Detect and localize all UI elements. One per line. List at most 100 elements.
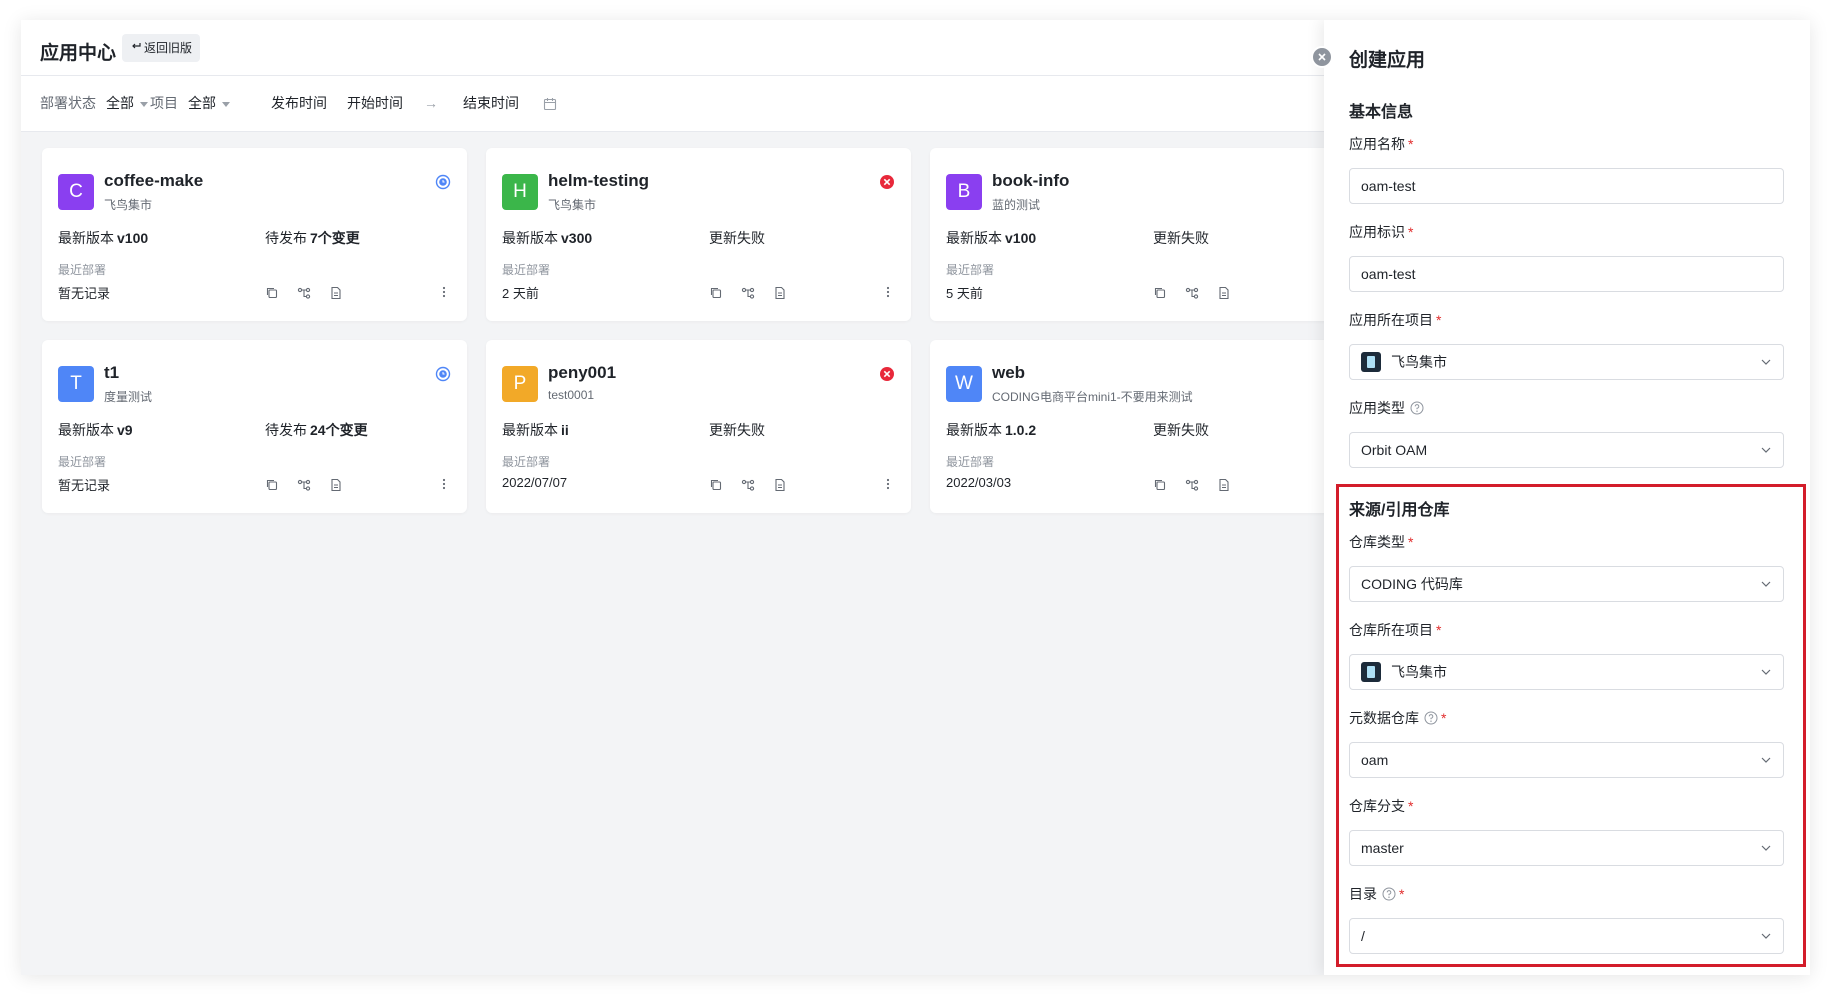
filter-bar: 部署状态 全部 项目 全部 发布时间 开始时间 → 结束时间 [21, 76, 1324, 132]
deploy-status-filter[interactable]: 部署状态 全部 [40, 76, 148, 131]
latest-version-label: 最新版本 [502, 422, 558, 438]
repo-project-select[interactable]: 飞鸟集市 [1349, 654, 1784, 690]
help-circle-icon[interactable] [1424, 711, 1438, 725]
app-card[interactable]: Hhelm-testing 飞鸟集市 最新版本 v300 更新失败 最近部署 2 天前 [486, 148, 911, 321]
app-project-select[interactable]: 飞鸟集市 [1349, 344, 1784, 380]
app-name-label: 应用名称 * [1349, 134, 1413, 154]
app-name[interactable]: peny001 [548, 363, 616, 383]
project-filter[interactable]: 项目 全部 [150, 76, 230, 131]
meta-repo-value: oam [1361, 752, 1389, 768]
document-icon[interactable] [329, 478, 343, 492]
latest-version: 最新版本 v100 [58, 228, 148, 248]
publish-status-label: 更新失败 [709, 422, 765, 438]
copy-icon[interactable] [265, 478, 279, 492]
flow-icon[interactable] [741, 286, 755, 300]
latest-version: 最新版本 ii [502, 420, 569, 440]
app-name[interactable]: book-info [992, 171, 1069, 191]
document-icon[interactable] [1217, 478, 1231, 492]
required-mark: * [1408, 534, 1414, 550]
flow-icon[interactable] [1185, 478, 1199, 492]
app-name-input[interactable] [1349, 168, 1784, 204]
app-type-label-text: 应用类型 [1349, 400, 1405, 416]
copy-icon[interactable] [265, 286, 279, 300]
back-to-old-version-button[interactable]: 返回旧版 [122, 34, 201, 62]
app-card[interactable]: Ccoffee-make 飞鸟集市 最新版本 v100 待发布 7个变更 最近部署 暂无记录 [42, 148, 467, 321]
page-title: 应用中心 [40, 43, 117, 64]
publish-status: 更新失败 [709, 228, 768, 248]
app-card[interactable]: Tt1 度量测试 最新版本 v9 待发布 24个变更 最近部署 暂无记录 [42, 340, 467, 513]
publish-status-label: 更新失败 [709, 230, 765, 246]
end-time-input[interactable]: 结束时间 [463, 76, 519, 131]
document-icon[interactable] [1217, 286, 1231, 300]
branch-label: 仓库分支 * [1349, 796, 1413, 816]
document-icon[interactable] [773, 478, 787, 492]
latest-version-label: 最新版本 [946, 422, 1002, 438]
help-circle-icon[interactable] [1410, 401, 1424, 415]
app-type-select[interactable]: Orbit OAM [1349, 432, 1784, 468]
meta-repo-select[interactable]: oam [1349, 742, 1784, 778]
latest-version-value: v9 [117, 422, 133, 438]
help-circle-icon[interactable] [1382, 887, 1396, 901]
copy-icon[interactable] [1153, 478, 1167, 492]
repo-project-label: 仓库所在项目 * [1349, 620, 1441, 640]
app-project-name: 飞鸟集市 [104, 198, 153, 212]
publish-status: 待发布 24个变更 [265, 420, 368, 440]
app-avatar: H [502, 174, 538, 210]
repo-type-value: CODING 代码库 [1361, 576, 1463, 592]
copy-icon[interactable] [709, 286, 723, 300]
publish-status-label: 更新失败 [1153, 422, 1209, 438]
flow-icon[interactable] [297, 286, 311, 300]
app-name[interactable]: coffee-make [104, 171, 203, 191]
branch-select[interactable]: master [1349, 830, 1784, 866]
clock-icon [435, 174, 451, 190]
required-mark: * [1436, 622, 1442, 638]
branch-label-text: 仓库分支 [1349, 798, 1405, 814]
publish-status-label: 待发布 [265, 422, 307, 438]
repo-type-select[interactable]: CODING 代码库 [1349, 566, 1784, 602]
card-actions [709, 478, 787, 492]
app-card[interactable]: Ppeny001 test0001 最新版本 ii 更新失败 最近部署 2022/07/07 [486, 340, 911, 513]
caret-down-icon [140, 101, 148, 107]
document-icon[interactable] [773, 286, 787, 300]
start-time-input[interactable]: 开始时间 [347, 76, 403, 131]
copy-icon[interactable] [1153, 286, 1167, 300]
flow-icon[interactable] [1185, 286, 1199, 300]
meta-repo-label: 元数据仓库 * [1349, 708, 1446, 728]
directory-select[interactable]: / [1349, 918, 1784, 954]
recent-deploy-label: 最近部署 [58, 263, 107, 277]
app-card[interactable]: Wweb CODING电商平台mini1-不要用来测试 最新版本 1.0.2 更新失败最… [930, 340, 1355, 513]
app-name[interactable]: t1 [104, 363, 119, 383]
calendar-icon[interactable] [543, 76, 557, 131]
flow-icon[interactable] [297, 478, 311, 492]
project-filter-value: 全部 [188, 95, 216, 111]
app-project-label-text: 应用所在项目 [1349, 312, 1433, 328]
more-vertical-icon[interactable] [437, 285, 451, 299]
back-button-label: 返回旧版 [144, 41, 193, 55]
publish-status: 待发布 7个变更 [265, 228, 360, 248]
latest-version-value: v300 [561, 230, 593, 246]
latest-version-label: 最新版本 [58, 422, 114, 438]
latest-version-value: v100 [117, 230, 149, 246]
required-mark: * [1399, 886, 1405, 902]
more-vertical-icon[interactable] [437, 477, 451, 491]
app-project-name: 蓝的测试 [992, 198, 1041, 212]
app-id-input[interactable] [1349, 256, 1784, 292]
recent-deploy-label: 最近部署 [946, 263, 995, 277]
app-avatar: B [946, 174, 982, 210]
app-name[interactable]: web [992, 363, 1025, 383]
card-actions [265, 286, 343, 300]
copy-icon[interactable] [709, 478, 723, 492]
close-icon [1317, 52, 1327, 62]
flow-icon[interactable] [741, 478, 755, 492]
document-icon[interactable] [329, 286, 343, 300]
more-vertical-icon[interactable] [881, 285, 895, 299]
more-vertical-icon[interactable] [881, 477, 895, 491]
card-actions [265, 478, 343, 492]
app-card[interactable]: Bbook-info 蓝的测试 最新版本 v100 更新失败 最近部署 5 天前 [930, 148, 1355, 321]
publish-status-label: 待发布 [265, 230, 307, 246]
close-drawer-button[interactable] [1311, 46, 1333, 68]
meta-repo-label-text: 元数据仓库 [1349, 710, 1419, 726]
publish-status: 更新失败 [1153, 420, 1212, 440]
app-name[interactable]: helm-testing [548, 171, 649, 191]
app-project-name: 飞鸟集市 [548, 198, 597, 212]
